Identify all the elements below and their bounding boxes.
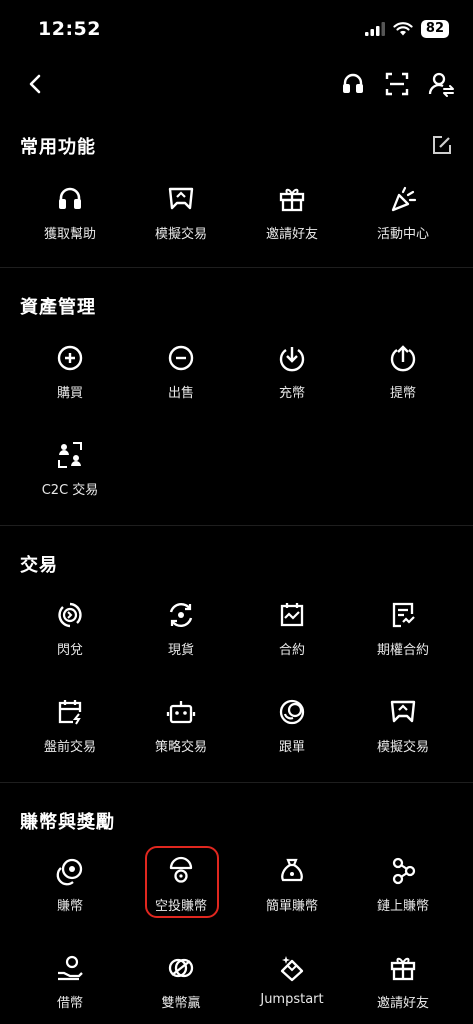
grid-item-label: 賺幣 — [56, 899, 83, 914]
section-title-common: 常用功能 — [20, 137, 96, 158]
divider — [0, 525, 473, 526]
section-title-assets: 資產管理 — [20, 297, 96, 318]
grid-item-buy[interactable]: 購買 — [20, 343, 120, 415]
futures-icon — [280, 603, 304, 627]
money-bag-icon — [281, 858, 303, 882]
grid-item-label: 空投賺幣 — [154, 899, 207, 914]
grid-item-spot[interactable]: 現貨 — [131, 600, 231, 672]
jumpstart-icon — [280, 956, 304, 982]
grid-item-label: 邀請好友 — [265, 227, 318, 242]
grid-item-label: 模擬交易 — [376, 740, 429, 755]
grid-item-loan[interactable]: 借幣 — [20, 953, 120, 1024]
loan-icon — [58, 955, 83, 981]
battery-indicator: 82 — [420, 20, 449, 38]
grid-item-bot[interactable]: 策略交易 — [131, 697, 231, 769]
grid-item-label: 購買 — [56, 386, 83, 401]
grid-item-invite-2[interactable]: 邀請好友 — [353, 953, 453, 1024]
user-switch-icon — [428, 72, 454, 97]
wifi-icon — [393, 22, 413, 36]
grid-item-label: 盤前交易 — [43, 740, 96, 755]
nav-bar — [0, 64, 473, 104]
divider — [0, 782, 473, 783]
grid-item-events[interactable]: 活動中心 — [353, 184, 453, 256]
support-button[interactable] — [339, 70, 367, 98]
grid-item-label: 獲取幫助 — [43, 227, 96, 242]
switch-account-button[interactable] — [427, 70, 455, 98]
c2c-icon — [58, 442, 82, 468]
signal-icon — [364, 22, 385, 36]
grid-item-c2c[interactable]: C2C 交易 — [20, 440, 120, 512]
grid-item-label: 活動中心 — [376, 227, 429, 242]
section-title-earn: 賺幣與獎勵 — [20, 812, 115, 833]
spot-icon — [169, 602, 193, 628]
deposit-icon — [279, 347, 305, 372]
back-button[interactable] — [22, 70, 50, 98]
status-time: 12:52 — [38, 18, 101, 40]
grid-item-label: 模擬交易 — [154, 227, 207, 242]
grid-item-label: 出售 — [167, 386, 194, 401]
grid-item-dual-investment[interactable]: 雙幣贏 — [131, 953, 231, 1024]
gift-icon — [279, 188, 305, 212]
party-popper-icon — [391, 186, 417, 212]
grid-item-jumpstart[interactable]: Jumpstart — [242, 953, 342, 1024]
grid-item-label: 雙幣贏 — [161, 996, 201, 1011]
grid-item-futures[interactable]: 合約 — [242, 600, 342, 672]
airdrop-icon — [169, 856, 193, 883]
grid-item-label: 現貨 — [167, 643, 194, 658]
divider — [0, 267, 473, 268]
headset-icon — [343, 73, 363, 93]
plus-circle-icon — [57, 345, 83, 371]
headset-icon — [59, 187, 81, 209]
grid-item-label: 邀請好友 — [376, 996, 429, 1011]
grid-item-label: 充幣 — [278, 386, 305, 401]
grid-item-airdrop[interactable]: 空投賺幣 — [131, 856, 231, 928]
scan-button[interactable] — [383, 70, 411, 98]
grid-item-label: 借幣 — [56, 996, 83, 1011]
grid-item-label: 合約 — [278, 643, 305, 658]
grid-item-options[interactable]: 期權合約 — [353, 600, 453, 672]
copy-trading-icon — [279, 699, 305, 725]
grid-item-label: 期權合約 — [376, 643, 429, 658]
grid-item-invite[interactable]: 邀請好友 — [242, 184, 342, 256]
chevron-left-icon — [29, 74, 41, 94]
grid-item-sell[interactable]: 出售 — [131, 343, 231, 415]
grid-item-demo-trading-2[interactable]: 模擬交易 — [353, 697, 453, 769]
grid-item-pre-market[interactable]: 盤前交易 — [20, 697, 120, 769]
grid-item-copy-trading[interactable]: 跟單 — [242, 697, 342, 769]
grid-item-label: 策略交易 — [154, 740, 207, 755]
scan-icon — [385, 72, 409, 96]
grid-item-onchain-earn[interactable]: 鏈上賺幣 — [353, 856, 453, 928]
dual-investment-icon — [168, 958, 194, 978]
options-icon — [392, 602, 415, 628]
gift-icon — [390, 957, 416, 981]
status-bar: 12:52 82 — [0, 0, 473, 60]
grid-item-label: 閃兌 — [56, 643, 83, 658]
convert-icon — [58, 602, 82, 628]
minus-circle-icon — [168, 345, 194, 371]
status-icons: 82 — [364, 20, 449, 38]
grid-item-label: Jumpstart — [260, 992, 324, 1007]
grid-item-label: 提幣 — [389, 386, 416, 401]
edit-icon[interactable] — [431, 134, 453, 156]
demo-trading-icon — [390, 700, 416, 723]
demo-trading-icon — [168, 187, 194, 210]
grid-item-help[interactable]: 獲取幫助 — [20, 184, 120, 256]
grid-item-simple-earn[interactable]: 簡單賺幣 — [242, 856, 342, 928]
grid-item-label: 跟單 — [278, 740, 305, 755]
grid-item-demo-trading[interactable]: 模擬交易 — [131, 184, 231, 256]
grid-item-convert[interactable]: 閃兌 — [20, 600, 120, 672]
onchain-icon — [392, 857, 416, 885]
grid-item-earn[interactable]: 賺幣 — [20, 856, 120, 928]
grid-item-deposit[interactable]: 充幣 — [242, 343, 342, 415]
pre-market-icon — [58, 700, 82, 725]
bot-icon — [166, 701, 196, 724]
grid-item-withdraw[interactable]: 提幣 — [353, 343, 453, 415]
earn-icon — [56, 858, 83, 886]
grid-item-label: C2C 交易 — [41, 483, 99, 498]
section-title-trade: 交易 — [20, 555, 58, 576]
withdraw-icon — [390, 345, 416, 372]
grid-item-label: 簡單賺幣 — [265, 899, 318, 914]
grid-item-label: 鏈上賺幣 — [376, 899, 429, 914]
